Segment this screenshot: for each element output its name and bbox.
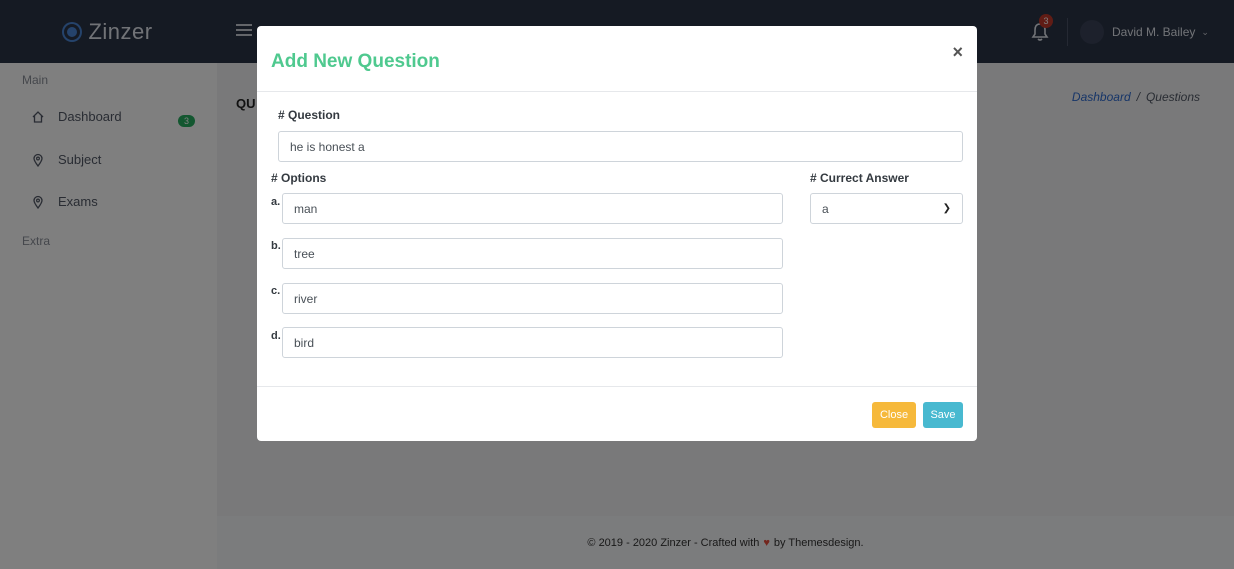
question-label: # Question [278,108,341,122]
question-input[interactable]: he is honest a [278,131,963,162]
modal-header: Add New Question × [257,26,977,92]
chevron-down-icon: ❯ [942,203,951,214]
option-letter: c. [271,285,281,297]
option-d-input[interactable]: bird [282,327,783,358]
save-button[interactable]: Save [923,402,963,428]
modal-title: Add New Question [271,51,440,72]
option-letter: a. [271,196,281,208]
correct-answer-value: a [822,201,829,216]
modal-footer: Close Save [257,386,977,441]
correct-answer-label: # Currect Answer [810,171,909,185]
option-b-input[interactable]: tree [282,238,783,269]
options-label: # Options [271,171,327,185]
close-button[interactable]: Close [872,402,916,428]
close-icon[interactable]: × [952,42,963,63]
correct-answer-select[interactable]: a ❯ [810,193,963,224]
option-a-input[interactable]: man [282,193,783,224]
option-c-input[interactable]: river [282,283,783,314]
option-letter: b. [271,240,281,252]
add-question-modal: Add New Question × # Question he is hone… [257,26,977,441]
option-letter: d. [271,330,281,342]
